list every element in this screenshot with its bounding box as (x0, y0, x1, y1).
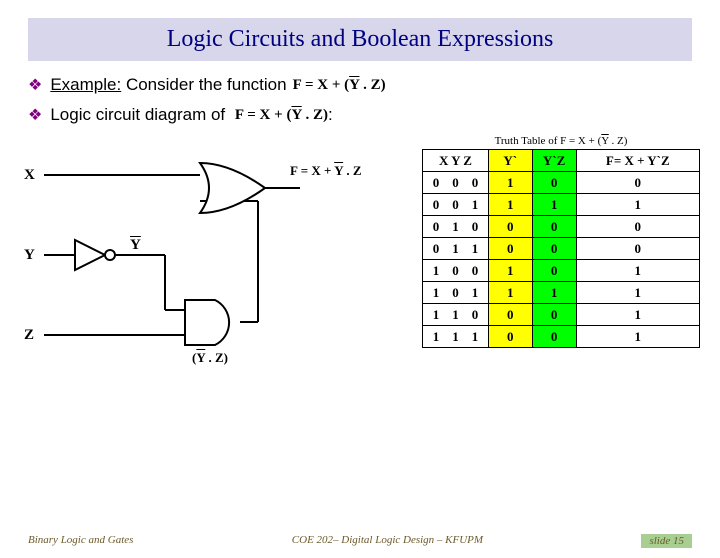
cell-ybarz: 1 (532, 282, 576, 304)
cell-f: 0 (576, 172, 699, 194)
footer: Binary Logic and Gates COE 202– Digital … (0, 534, 720, 548)
th-ybar: Y` (488, 150, 532, 172)
truth-table: X Y Z Y` Y`Z F= X + Y`Z 0 0 01000 0 1111… (422, 149, 700, 348)
cell-ybar: 0 (488, 216, 532, 238)
table-row: 1 0 0101 (423, 260, 700, 282)
th-ybarz: Y`Z (532, 150, 576, 172)
cell-f: 0 (576, 238, 699, 260)
cell-ybarz: 1 (532, 194, 576, 216)
label-x: X (24, 167, 35, 184)
cell-f: 0 (576, 216, 699, 238)
table-row: 0 1 1000 (423, 238, 700, 260)
cell-f: 1 (576, 282, 699, 304)
cell-f: 1 (576, 194, 699, 216)
cell-xyz: 0 1 0 (423, 216, 489, 238)
table-row: 0 0 1111 (423, 194, 700, 216)
formula-2: F = X + (Y . Z) (231, 107, 328, 124)
label-z: Z (24, 327, 34, 344)
bullet-2: ❖ Logic circuit diagram of F = X + (Y . … (28, 105, 720, 125)
bullet2-suffix: : (328, 105, 333, 125)
cell-f: 1 (576, 260, 699, 282)
cell-xyz: 1 1 1 (423, 326, 489, 348)
cell-ybarz: 0 (532, 216, 576, 238)
table-row: 0 1 0000 (423, 216, 700, 238)
label-and-out: (Y . Z) (192, 350, 228, 366)
cell-ybarz: 0 (532, 326, 576, 348)
th-xyz: X Y Z (423, 150, 489, 172)
bullet1-rest: Consider the function (121, 75, 286, 94)
formula-1: F = X + (Y . Z) (293, 77, 386, 94)
cell-xyz: 1 0 1 (423, 282, 489, 304)
tt-caption: Truth Table of F = X + (Y . Z) (422, 135, 700, 147)
cell-ybar: 1 (488, 260, 532, 282)
footer-center: COE 202– Digital Logic Design – KFUPM (292, 534, 483, 548)
cell-ybar: 0 (488, 326, 532, 348)
cell-ybar: 1 (488, 282, 532, 304)
circuit-diagram: X Y Z Y (Y . Z) F = X + Y . Z (20, 145, 420, 405)
table-row: 1 0 1111 (423, 282, 700, 304)
cell-ybarz: 0 (532, 304, 576, 326)
cell-ybar: 1 (488, 172, 532, 194)
th-f: F= X + Y`Z (576, 150, 699, 172)
table-row: 1 1 0001 (423, 304, 700, 326)
cell-ybarz: 0 (532, 172, 576, 194)
bullet-list: ❖ Example: Consider the function F = X +… (28, 75, 720, 125)
cell-ybarz: 0 (532, 260, 576, 282)
cell-xyz: 0 0 0 (423, 172, 489, 194)
cell-xyz: 0 1 1 (423, 238, 489, 260)
cell-f: 1 (576, 326, 699, 348)
bullet2-text: Logic circuit diagram of (50, 105, 225, 125)
circuit-svg (20, 145, 420, 405)
content-area: X Y Z Y (Y . Z) F = X + Y . Z Truth Tabl… (20, 135, 700, 465)
cell-xyz: 0 0 1 (423, 194, 489, 216)
truth-table-wrap: Truth Table of F = X + (Y . Z) X Y Z Y` … (422, 135, 700, 348)
footer-left: Binary Logic and Gates (28, 534, 133, 548)
bullet-icon: ❖ (28, 75, 42, 95)
cell-ybarz: 0 (532, 238, 576, 260)
cell-ybar: 1 (488, 194, 532, 216)
table-row: 0 0 0100 (423, 172, 700, 194)
cell-ybar: 0 (488, 238, 532, 260)
bullet-icon: ❖ (28, 105, 42, 125)
cell-f: 1 (576, 304, 699, 326)
cell-xyz: 1 1 0 (423, 304, 489, 326)
label-y: Y (24, 247, 35, 264)
label-f-out: F = X + Y . Z (290, 163, 362, 179)
cell-xyz: 1 0 0 (423, 260, 489, 282)
bullet-1: ❖ Example: Consider the function F = X +… (28, 75, 720, 95)
label-ybar: Y (130, 237, 141, 254)
footer-right: slide 15 (641, 534, 692, 548)
table-row: 1 1 1001 (423, 326, 700, 348)
tt-header-row: X Y Z Y` Y`Z F= X + Y`Z (423, 150, 700, 172)
slide-title: Logic Circuits and Boolean Expressions (28, 18, 692, 61)
cell-ybar: 0 (488, 304, 532, 326)
bullet1-prefix: Example: (50, 75, 121, 94)
